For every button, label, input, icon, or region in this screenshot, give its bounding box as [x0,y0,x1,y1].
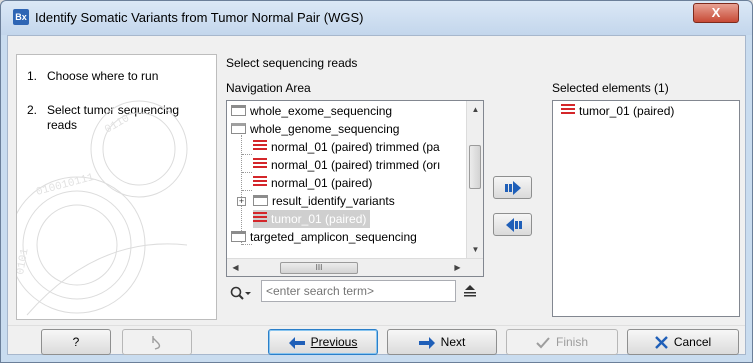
cancel-button[interactable]: Cancel [627,329,739,355]
tree-item-label: normal_01 (paired) [271,176,373,190]
arrow-right-icon [418,337,435,349]
folder-icon [253,195,268,206]
tree-item-label: normal_01 (paired) trimmed (orı [271,158,441,172]
tree-item-folder[interactable]: whole_genome_sequencing [231,120,399,138]
scroll-thumb[interactable] [469,145,481,189]
search-icon[interactable] [230,286,252,302]
arrow-left-icon [506,218,522,232]
window-title: Identify Somatic Variants from Tumor Nor… [35,10,364,25]
tree-item-label: tumor_01 (paired) [271,212,367,226]
horizontal-scrollbar[interactable]: ◀ III ▶ [227,258,483,276]
tree-guide-line [242,172,252,173]
tree-item-label: result_identify_variants [272,194,395,208]
tree-item-sequence[interactable]: normal_01 (paired) trimmed (orı [253,156,440,174]
vertical-scrollbar[interactable]: ▲ ▼ [466,101,483,258]
tree-item-folder[interactable]: targeted_amplicon_sequencing [231,228,417,246]
svg-text:010010111: 010010111 [35,172,96,199]
add-to-selected-button[interactable] [493,176,532,199]
sequence-list-icon [253,140,267,152]
list-item-label: tumor_01 (paired) [579,104,675,118]
scroll-left-icon[interactable]: ◀ [227,259,244,276]
finish-button[interactable]: Finish [506,329,618,355]
arrow-right-icon [505,181,521,195]
close-button[interactable]: X [693,3,739,23]
title-bar[interactable]: Bx Identify Somatic Variants from Tumor … [1,1,752,35]
remove-from-selected-button[interactable] [493,213,532,236]
scroll-down-icon[interactable]: ▼ [467,241,483,258]
sequence-list-icon [253,176,267,188]
svg-text:0110: 0110 [103,113,132,137]
selected-elements-label: Selected elements (1) [552,81,669,95]
tree-guide-line [242,190,252,191]
sequence-list-icon [561,104,575,116]
previous-label: Previous [310,335,358,349]
dialog-body: 1. Choose where to run 2. Select tumor seq… [7,35,746,355]
selected-elements-list[interactable]: tumor_01 (paired) [552,100,740,317]
tree-item-label: targeted_amplicon_sequencing [250,230,417,244]
tree-item-label: whole_genome_sequencing [250,122,400,136]
section-title: Select sequencing reads [226,56,358,70]
navigation-area-label: Navigation Area [226,81,311,95]
checkmark-icon [536,337,550,349]
tree-item-sequence-selected[interactable]: tumor_01 (paired) [253,210,371,228]
reset-button[interactable] [122,329,192,355]
watermark-graphic: 0110 010010111 0101 [17,100,188,316]
help-icon: ? [72,335,80,349]
sequence-list-icon [253,158,267,170]
tree-item-label: whole_exome_sequencing [250,104,393,118]
search-options-icon[interactable] [462,284,478,298]
sequence-list-icon [253,212,267,224]
next-label: Next [440,335,466,349]
scroll-right-icon[interactable]: ▶ [449,259,466,276]
expand-toggle[interactable]: + [237,197,246,206]
tree-item-sequence[interactable]: normal_01 (paired) [253,174,372,192]
arrow-left-icon [288,337,305,349]
dialog-window: Bx Identify Somatic Variants from Tumor … [0,0,753,363]
footer-divider [8,325,745,326]
tree-item-folder[interactable]: result_identify_variants [253,192,395,210]
close-icon [654,336,668,349]
finish-label: Finish [555,335,588,349]
folder-icon [231,231,246,242]
app-icon: Bx [13,9,29,25]
scroll-up-icon[interactable]: ▲ [467,101,483,118]
tree-guide-line [242,154,252,155]
tree-item-label: normal_01 (paired) trimmed (pa [271,140,440,154]
previous-button[interactable]: Previous [268,329,378,355]
scroll-thumb[interactable]: III [280,262,358,274]
folder-icon [231,105,246,116]
help-button[interactable]: ? [41,329,111,355]
cancel-label: Cancel [673,335,712,349]
folder-open-icon [231,123,246,134]
tree-item-folder[interactable]: whole_exome_sequencing [231,102,392,120]
navigation-tree[interactable]: whole_exome_sequencing whole_genome_sequ… [226,100,484,277]
wizard-steps-panel: 1. Choose where to run 2. Select tumor seq… [16,54,217,320]
search-input[interactable] [261,280,456,302]
tree-item-sequence[interactable]: normal_01 (paired) trimmed (pa [253,138,440,156]
next-button[interactable]: Next [387,329,497,355]
reset-icon [152,336,161,350]
list-item[interactable]: tumor_01 (paired) [561,102,674,120]
